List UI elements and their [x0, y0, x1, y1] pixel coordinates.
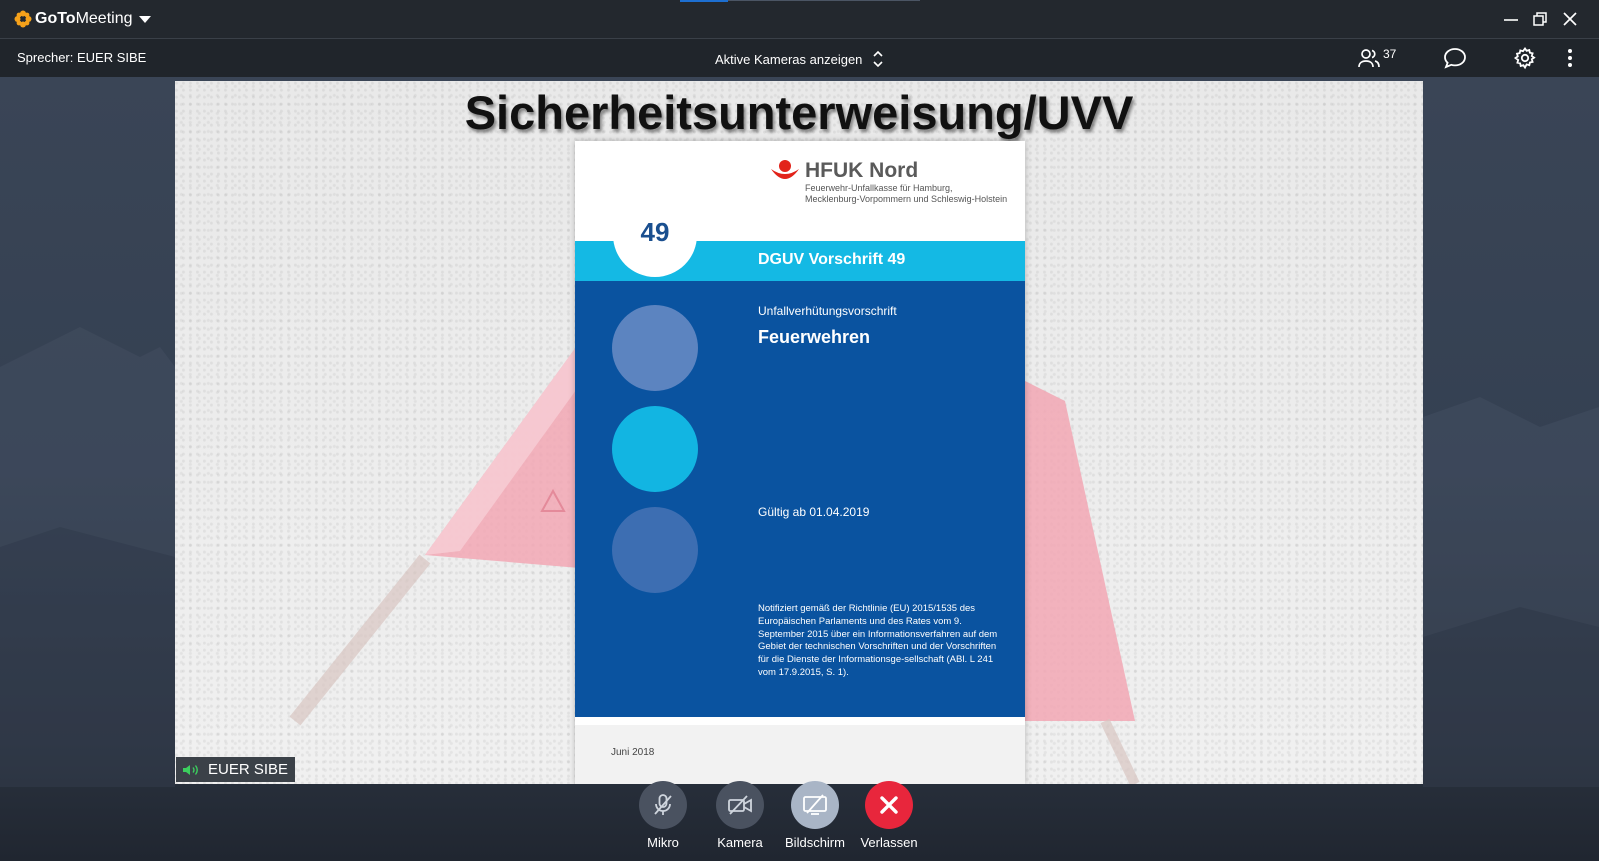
participant-count: 37: [1383, 47, 1397, 61]
mic-muted-icon: [654, 794, 672, 815]
close-x-icon: [880, 796, 898, 814]
dguv-booklet: HFUK Nord Feuerwehr-Unfallkasse für Hamb…: [575, 141, 1025, 784]
leave-label: Verlassen: [860, 835, 918, 850]
slide-title: Sicherheitsunterweisung/UVV: [464, 86, 1134, 139]
presenter-name: EUER SIBE: [208, 761, 289, 778]
booklet-valid-date: Gültig ab 01.04.2019: [758, 505, 870, 519]
restore-button[interactable]: [1529, 8, 1551, 30]
close-button[interactable]: [1559, 8, 1581, 30]
booklet-number: 49: [640, 217, 670, 247]
mic-button[interactable]: [639, 781, 687, 829]
camera-button[interactable]: [716, 781, 764, 829]
camera-label: Kamera: [717, 835, 763, 850]
settings-button[interactable]: [1513, 46, 1537, 70]
minimize-icon: [1504, 19, 1518, 21]
app-title: GoToMeeting: [35, 10, 133, 27]
minimize-button[interactable]: [1500, 8, 1522, 30]
decor-circle: [612, 507, 698, 593]
mic-label: Mikro: [647, 835, 679, 850]
more-options-button[interactable]: [1567, 46, 1573, 70]
booklet-footer: Juni 2018: [575, 725, 1025, 784]
active-cameras-label: Aktive Kameras anzeigen: [715, 51, 863, 67]
decor-circle: [612, 406, 698, 492]
chevron-down-icon: [138, 15, 151, 23]
restore-icon: [1533, 12, 1547, 26]
close-icon: [1563, 12, 1577, 26]
leave-button[interactable]: [865, 781, 913, 829]
booklet-date: Juni 2018: [611, 747, 655, 758]
booklet-subtitle: Unfallverhütungsvorschrift: [758, 304, 897, 318]
app-menu[interactable]: GoToMeeting: [14, 9, 151, 29]
mic-control[interactable]: Mikro: [628, 781, 698, 850]
camera-off-icon: [728, 795, 752, 815]
leave-control[interactable]: Verlassen: [854, 781, 924, 850]
booklet-title: Feuerwehren: [758, 327, 871, 347]
hfuk-logo: HFUK Nord Feuerwehr-Unfallkasse für Hamb…: [769, 159, 1007, 205]
chat-button[interactable]: [1443, 46, 1467, 70]
screen-share-button[interactable]: [791, 781, 839, 829]
publisher-subtitle-2: Mecklenburg-Vorpommern und Schleswig-Hol…: [805, 194, 1008, 204]
publisher-name: HFUK Nord: [805, 159, 919, 182]
more-vertical-icon: [1568, 49, 1572, 67]
participants-icon: [1358, 49, 1380, 68]
shared-screen: Sicherheitsunterweisung/UVV HFUK Nord Fe…: [175, 81, 1423, 784]
publisher-subtitle-1: Feuerwehr-Unfallkasse für Hamburg,: [805, 183, 953, 193]
chevron-up-down-icon: [873, 50, 883, 68]
title-accent: [680, 0, 728, 2]
booklet-cover-body: Unfallverhütungsvorschrift Feuerwehren G…: [575, 281, 1025, 717]
presenter-name-tag: EUER SIBE: [176, 757, 296, 782]
meeting-toolbar: Sprecher: EUER SIBE Aktive Kameras anzei…: [0, 39, 1599, 77]
title-bar: GoToMeeting: [0, 0, 1599, 39]
gear-icon: [1513, 46, 1536, 70]
decor-circle: [612, 305, 698, 391]
title-accent-line: [728, 0, 920, 1]
screen-share-off-icon: [803, 794, 827, 815]
participants-button[interactable]: 37: [1357, 46, 1396, 70]
screen-share-control[interactable]: Bildschirm: [780, 781, 850, 850]
chat-icon: [1444, 48, 1466, 69]
booklet-notice: Notifiziert gemäß der Richtlinie (EU) 20…: [758, 603, 998, 678]
hfuk-emblem-icon: [771, 160, 799, 179]
booklet-number-badge: 49: [613, 193, 697, 277]
camera-control[interactable]: Kamera: [705, 781, 775, 850]
gotomeeting-logo-icon: [14, 10, 32, 28]
speaker-volume-icon: [183, 764, 198, 775]
speaker-label: Sprecher: EUER SIBE: [17, 50, 147, 65]
screen-share-label: Bildschirm: [785, 835, 845, 850]
show-active-cameras-toggle[interactable]: Aktive Kameras anzeigen: [715, 50, 884, 68]
booklet-band-title: DGUV Vorschrift 49: [758, 251, 906, 268]
